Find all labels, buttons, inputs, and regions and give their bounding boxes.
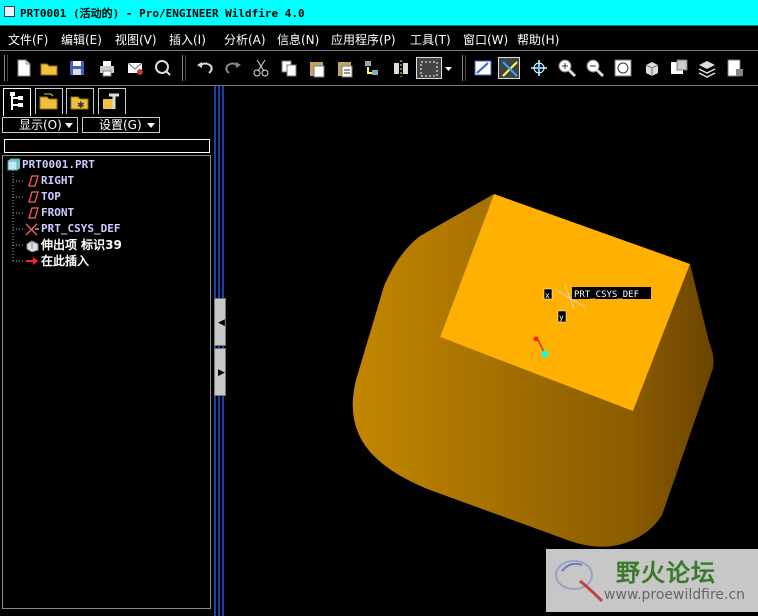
undo-icon[interactable]: [194, 57, 216, 79]
redo-icon[interactable]: [222, 57, 244, 79]
folder-browser-icon: [39, 93, 58, 110]
extruded-part[interactable]: [352, 194, 714, 547]
chevron-right-icon: ▶: [218, 368, 225, 378]
orient-mode-icon[interactable]: [528, 57, 550, 79]
spin-center-icon[interactable]: [498, 57, 520, 79]
model-tree-icon: [10, 92, 23, 110]
tree-item-label: FRONT: [41, 206, 75, 219]
insert-here-arrow-icon: [25, 254, 39, 268]
repaint-icon[interactable]: [472, 57, 494, 79]
tree-item-part[interactable]: PRT0001.PRT: [6, 157, 206, 173]
send-link-icon[interactable]: [152, 57, 174, 79]
tree-item-label: PRT_CSYS_DEF: [41, 222, 121, 235]
tree-item-top[interactable]: TOP: [25, 189, 205, 205]
tab-folder-browser[interactable]: [35, 88, 63, 114]
tree-filter-input[interactable]: [4, 139, 210, 153]
menu-insert[interactable]: 插入(I): [169, 31, 206, 48]
menu-info[interactable]: 信息(N): [277, 31, 319, 48]
menu-view[interactable]: 视图(V): [115, 31, 157, 48]
tree-item-label: PRT0001.PRT: [22, 158, 95, 171]
tree-item-right[interactable]: RIGHT: [25, 173, 205, 189]
datum-plane-icon: [25, 174, 39, 188]
tree-item-label: 伸出项 标识39: [41, 238, 122, 252]
paste-icon[interactable]: [306, 57, 328, 79]
regenerate-icon[interactable]: [360, 57, 382, 79]
display-dropdown[interactable]: 显示(O): [2, 117, 78, 133]
tree-item-label: RIGHT: [41, 174, 75, 187]
tree-item-extrude[interactable]: 伸出项 标识39: [25, 237, 205, 253]
datum-plane-icon: [25, 190, 39, 204]
window-title: PRT0001 (活动的) - Pro/ENGINEER Wildfire 4.…: [20, 7, 305, 20]
chevron-down-icon: [147, 123, 155, 128]
settings-dropdown[interactable]: 设置(G): [82, 117, 160, 133]
expand-browser-button[interactable]: ▶: [214, 348, 226, 396]
tab-model-tree[interactable]: [3, 88, 31, 116]
mirror-icon[interactable]: [390, 57, 412, 79]
reorient-icon[interactable]: [640, 57, 662, 79]
part-icon: [6, 158, 22, 172]
svg-text:✱: ✱: [77, 101, 85, 111]
toolbar-separator: [462, 55, 466, 81]
display-dropdown-label: 显示(O): [19, 118, 62, 132]
toolbar-grip[interactable]: [4, 55, 8, 81]
tab-connections[interactable]: [98, 88, 126, 114]
zoom-out-icon[interactable]: [584, 57, 606, 79]
menu-file[interactable]: 文件(F): [8, 31, 48, 48]
menu-analysis[interactable]: 分析(A): [224, 31, 266, 48]
zoom-in-icon[interactable]: [556, 57, 578, 79]
watermark-logo-icon: [555, 560, 604, 603]
tree-item-front[interactable]: FRONT: [25, 205, 205, 221]
forum-watermark: 野火论坛 www.proewildfire.cn: [546, 549, 758, 612]
model-tree: PRT0001.PRT RIGHT TOP FRONT PRT_CSYS_DEF…: [2, 155, 211, 609]
title-bar: PRT0001 (活动的) - Pro/ENGINEER Wildfire 4.…: [0, 0, 758, 26]
menu-applications[interactable]: 应用程序(P): [331, 31, 396, 48]
app-window-icon[interactable]: [4, 6, 15, 17]
datum-plane-icon: [25, 206, 39, 220]
menu-bar: 文件(F) 编辑(E) 视图(V) 插入(I) 分析(A) 信息(N) 应用程序…: [0, 26, 758, 50]
menu-tools[interactable]: 工具(T): [410, 31, 451, 48]
chevron-down-icon: [65, 123, 73, 128]
toolbar-separator: [182, 55, 186, 81]
settings-dropdown-label: 设置(G): [99, 118, 142, 132]
tab-favorites[interactable]: ✱: [66, 88, 94, 114]
copy-icon[interactable]: [278, 57, 300, 79]
cut-icon[interactable]: [250, 57, 272, 79]
watermark-title: 野火论坛: [616, 559, 716, 587]
view-manager-icon[interactable]: [724, 57, 746, 79]
csys-axis-y-label: y: [559, 313, 564, 322]
select-box-icon[interactable]: [416, 57, 442, 79]
layers-icon[interactable]: [696, 57, 718, 79]
menu-window[interactable]: 窗口(W): [463, 31, 508, 48]
menu-edit[interactable]: 编辑(E): [61, 31, 102, 48]
csys-axis-x-label: x: [545, 291, 550, 300]
extrude-icon: [25, 238, 39, 253]
tree-item-label: TOP: [41, 190, 61, 203]
menu-help[interactable]: 帮助(H): [517, 31, 559, 48]
tree-item-csys[interactable]: PRT_CSYS_DEF: [25, 221, 205, 237]
model-render: x y PRT_CSYS_DEF: [352, 194, 714, 547]
email-icon[interactable]: [124, 57, 146, 79]
saved-views-icon[interactable]: [668, 57, 690, 79]
tree-item-label: 在此插入: [41, 254, 90, 268]
select-dropdown-arrow[interactable]: [444, 57, 454, 79]
csys-label: PRT_CSYS_DEF: [574, 290, 639, 300]
toolbar: [0, 50, 758, 86]
favorites-icon: ✱: [70, 96, 89, 111]
tree-item-insert-here[interactable]: 在此插入: [25, 253, 205, 269]
navigator-panel: ✱ 显示(O) 设置(G) PRT0001.PRT RIGHT TOP FRON…: [0, 86, 214, 616]
connections-icon: [103, 93, 119, 109]
refit-icon[interactable]: [612, 57, 634, 79]
collapse-navigator-button[interactable]: ◀: [214, 298, 226, 346]
chevron-left-icon: ◀: [218, 318, 225, 328]
csys-icon: [25, 222, 39, 236]
new-file-icon[interactable]: [12, 57, 34, 79]
save-icon[interactable]: [66, 57, 88, 79]
paste-special-icon[interactable]: [334, 57, 356, 79]
watermark-url: www.proewildfire.cn: [604, 587, 746, 603]
print-icon[interactable]: [96, 57, 118, 79]
graphics-window[interactable]: x y PRT_CSYS_DEF: [226, 86, 758, 616]
open-folder-icon[interactable]: [38, 57, 60, 79]
